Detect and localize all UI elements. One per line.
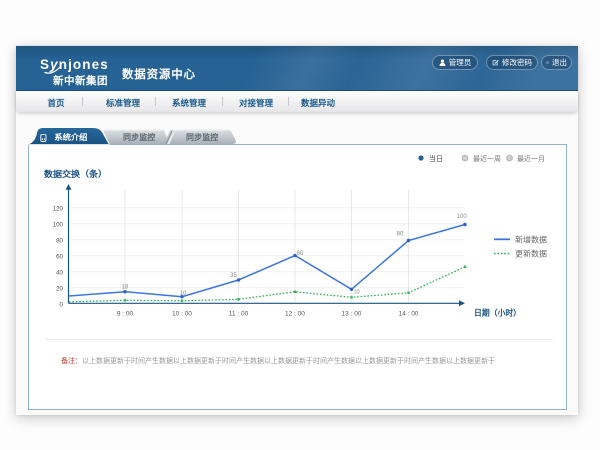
svg-text:40: 40	[56, 269, 63, 276]
svg-text:当日: 当日	[429, 154, 443, 163]
svg-text:10: 10	[180, 291, 187, 297]
svg-text:数据交换（条）: 数据交换（条）	[44, 169, 107, 179]
svg-text:最近一周: 最近一周	[473, 154, 501, 163]
svg-text:最近一月: 最近一月	[517, 154, 545, 163]
svg-text:9 : 00: 9 : 00	[117, 310, 134, 317]
svg-text:10 : 00: 10 : 00	[172, 310, 192, 317]
svg-text:60: 60	[56, 253, 63, 260]
svg-text:11 : 00: 11 : 00	[229, 310, 249, 317]
svg-text:更新数据: 更新数据	[515, 249, 547, 259]
svg-text:80: 80	[56, 237, 63, 244]
svg-text:13 : 00: 13 : 00	[342, 310, 362, 317]
svg-text:14 : 00: 14 : 00	[399, 310, 419, 317]
svg-text:同步监控: 同步监控	[123, 132, 155, 142]
svg-text:100: 100	[457, 214, 468, 220]
svg-text:日期（小时）: 日期（小时）	[474, 307, 521, 317]
svg-text:35: 35	[230, 273, 237, 279]
svg-text:18: 18	[122, 285, 129, 291]
svg-text:新增数据: 新增数据	[515, 234, 547, 244]
svg-text:60: 60	[297, 251, 304, 257]
svg-text:同步监控: 同步监控	[186, 132, 218, 142]
svg-text:100: 100	[53, 221, 64, 228]
svg-text:120: 120	[53, 205, 64, 212]
svg-text:10: 10	[353, 290, 359, 296]
svg-text:20: 20	[56, 285, 63, 292]
svg-text:0: 0	[60, 301, 64, 308]
svg-text:系统介绍: 系统介绍	[54, 132, 87, 142]
svg-text:80: 80	[397, 232, 404, 238]
svg-text:12 : 00: 12 : 00	[285, 310, 305, 317]
